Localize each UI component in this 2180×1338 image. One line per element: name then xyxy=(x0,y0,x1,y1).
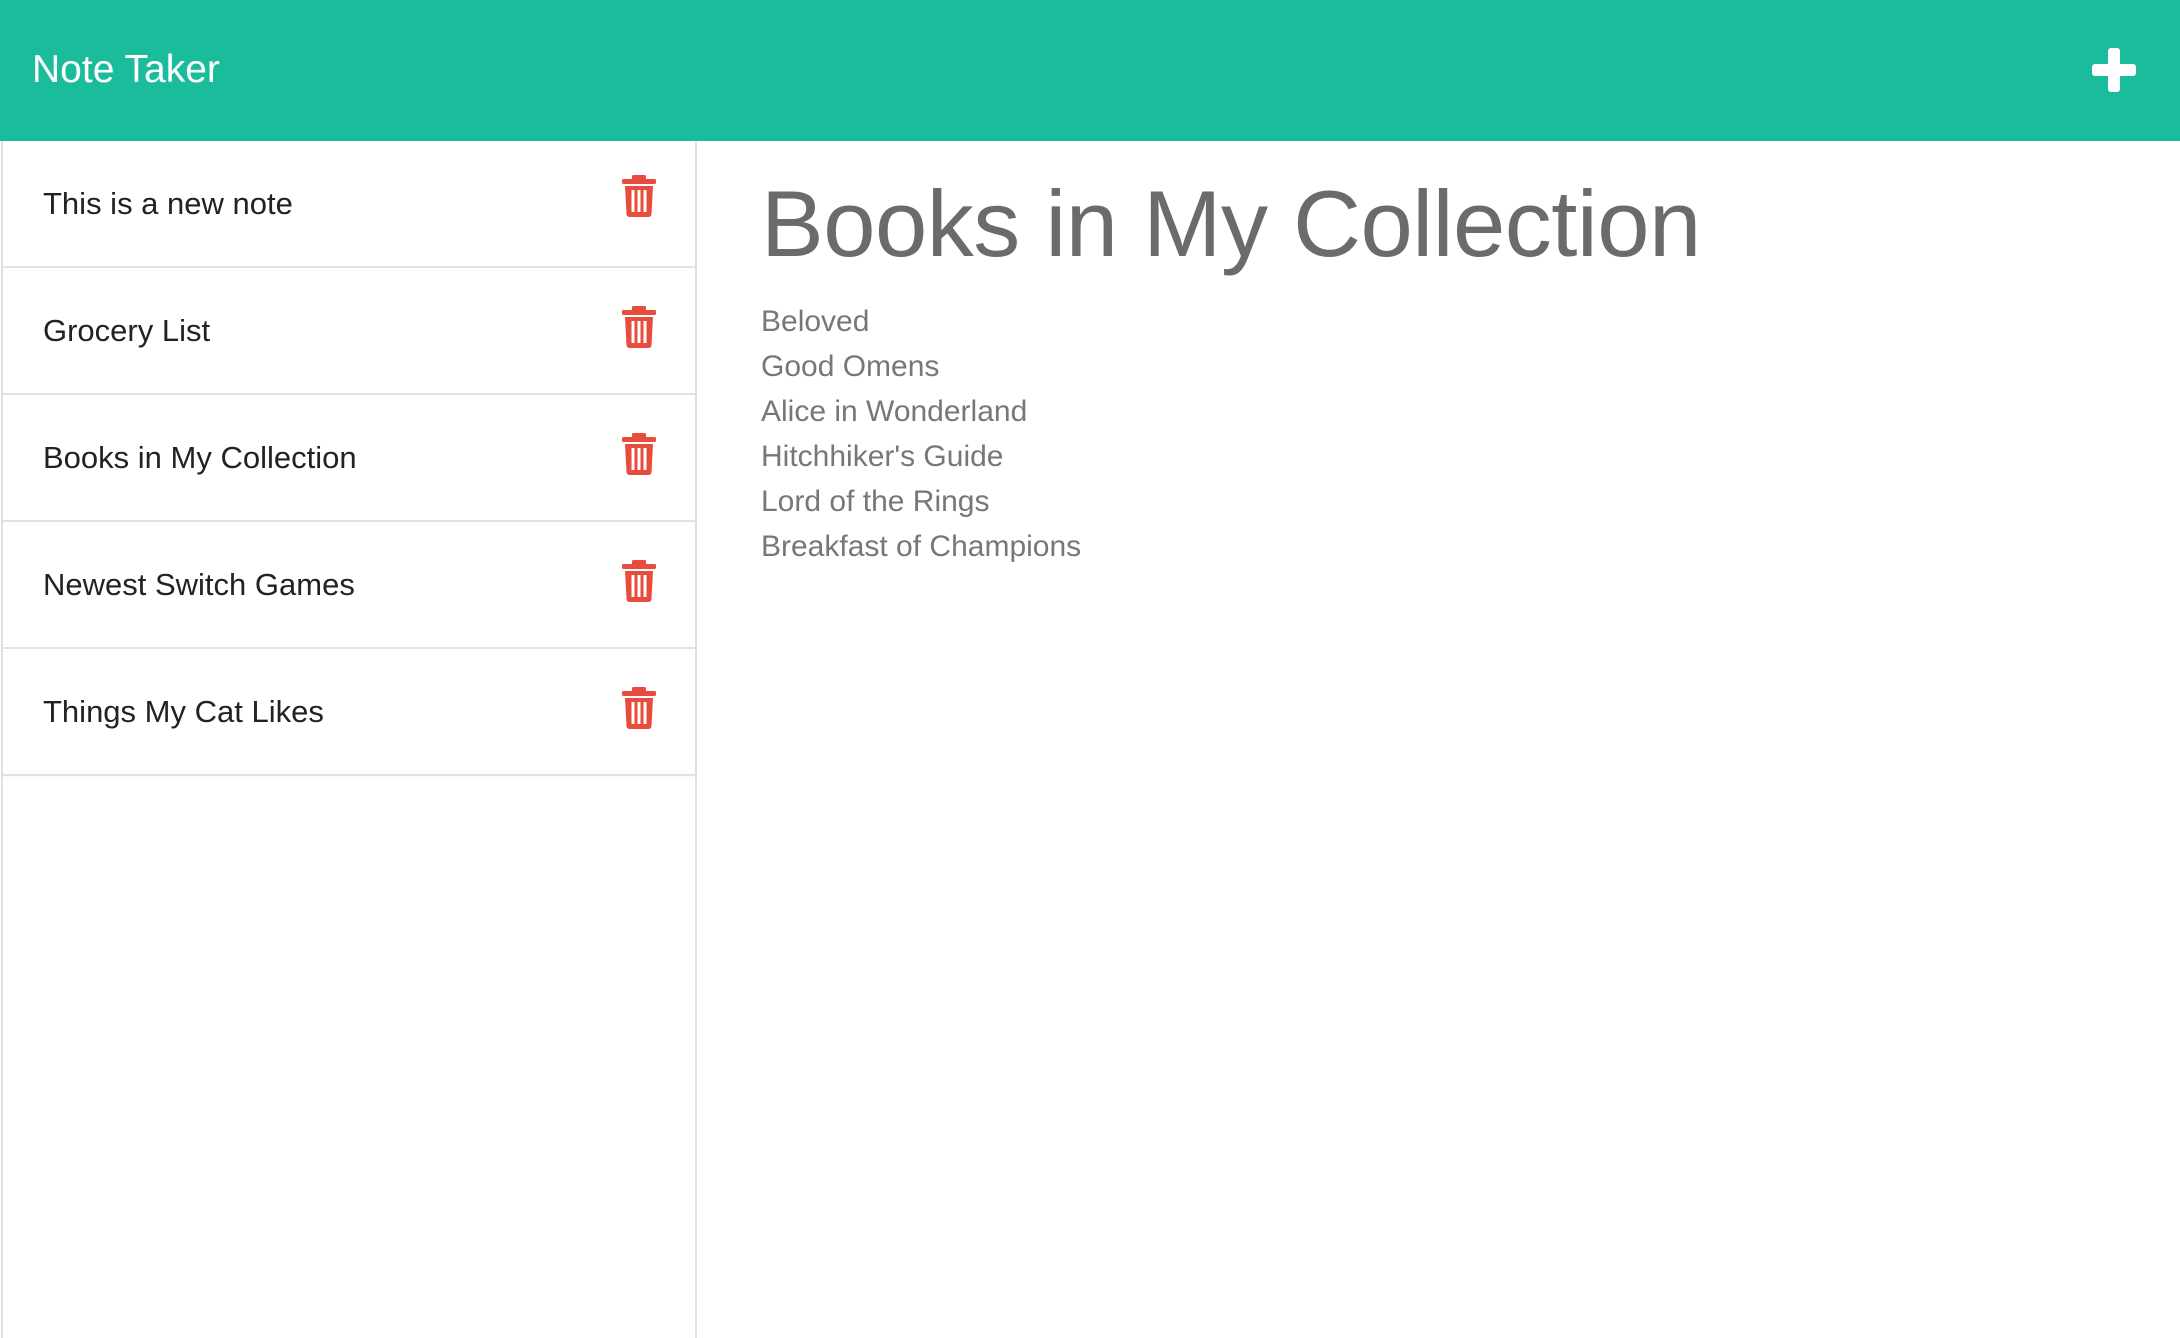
list-item[interactable]: Things My Cat Likes xyxy=(3,647,695,774)
list-item[interactable]: Newest Switch Games xyxy=(3,520,695,647)
note-line: Hitchhiker's Guide xyxy=(761,440,1004,473)
list-item[interactable]: Books in My Collection xyxy=(3,393,695,520)
note-title: Things My Cat Likes xyxy=(43,693,324,729)
note-title: This is a new note xyxy=(43,185,293,221)
trash-icon[interactable] xyxy=(621,432,657,475)
trash-icon[interactable] xyxy=(621,305,657,348)
trash-icon[interactable] xyxy=(621,686,657,729)
note-title: Grocery List xyxy=(43,312,211,348)
note-line: Lord of the Rings xyxy=(761,485,990,518)
trash-icon[interactable] xyxy=(621,559,657,602)
note-line: Breakfast of Champions xyxy=(761,530,1082,563)
plus-icon xyxy=(2086,42,2142,98)
note-sidebar: This is a new note Grocery List Books in… xyxy=(1,141,697,1338)
note-title: Newest Switch Games xyxy=(43,566,355,602)
trash-icon[interactable] xyxy=(621,174,657,217)
app-title[interactable]: Note Taker xyxy=(32,46,220,94)
new-note-button[interactable] xyxy=(2086,42,2142,98)
navbar: Note Taker xyxy=(0,0,2180,141)
note-title-field[interactable]: Books in My Collection xyxy=(761,169,1701,279)
note-line: Good Omens xyxy=(761,350,940,383)
note-line: Beloved xyxy=(761,305,870,338)
note-list: This is a new note Grocery List Books in… xyxy=(3,141,695,776)
list-item[interactable]: This is a new note xyxy=(3,141,695,266)
note-line: Alice in Wonderland xyxy=(761,395,1028,428)
note-title: Books in My Collection xyxy=(43,439,357,475)
list-item[interactable]: Grocery List xyxy=(3,266,695,393)
note-text-area[interactable]: Beloved Good Omens Alice in Wonderland H… xyxy=(761,299,1081,569)
